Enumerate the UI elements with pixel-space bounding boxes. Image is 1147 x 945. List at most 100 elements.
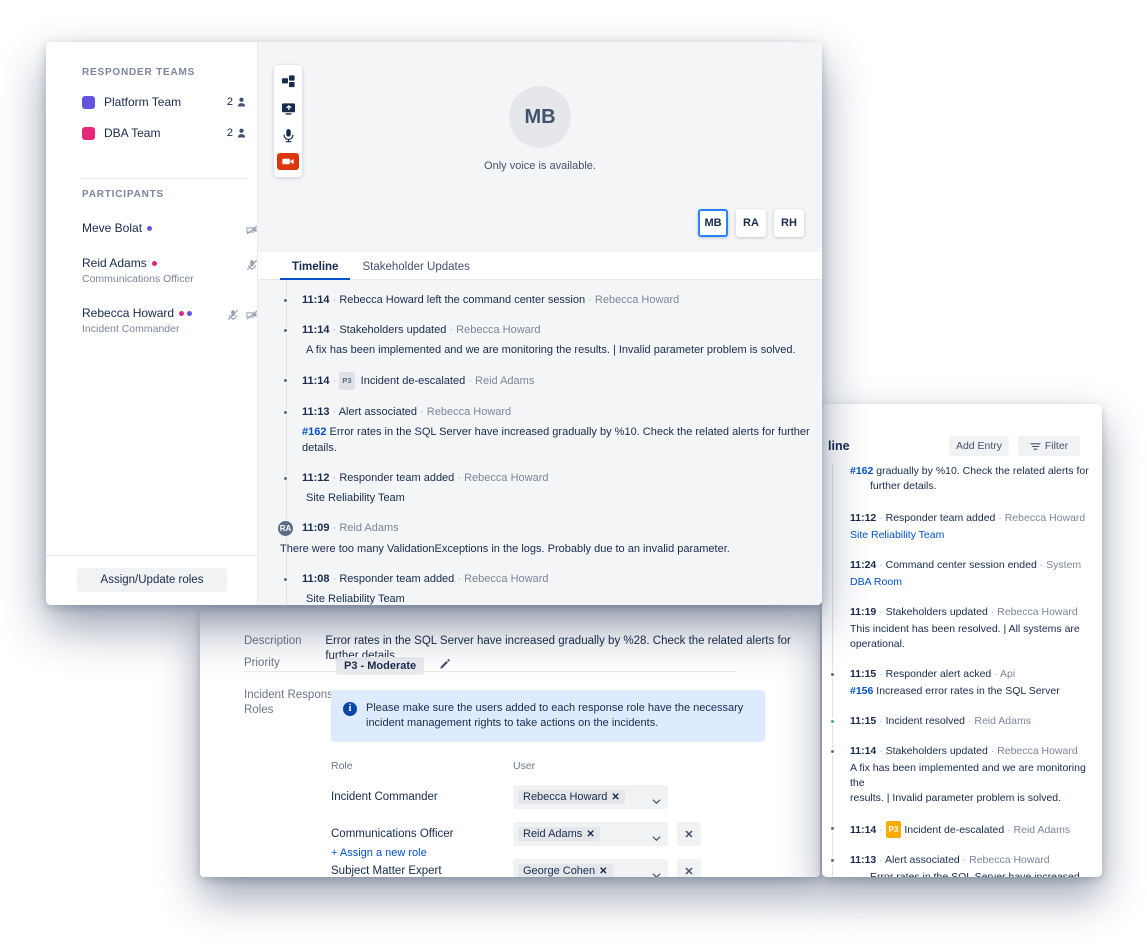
list-item[interactable]: Meve Bolat [82, 221, 258, 235]
entry-detail: #162 gradually by %10. Check the related… [850, 464, 1102, 479]
team-name: Platform Team [104, 95, 227, 109]
team-color-swatch [82, 127, 95, 140]
participant-thumbnail-ra[interactable]: RA [736, 209, 766, 237]
entry-meta: 11:14 · Rebecca Howard left the command … [302, 292, 822, 308]
user-chip[interactable]: Rebecca Howard✕ [518, 790, 625, 804]
timeline-marker [282, 327, 289, 334]
timeline-panel-list[interactable]: #162 gradually by %10. Check the related… [822, 464, 1102, 877]
list-item[interactable]: Reid Adams Communications Officer [82, 256, 258, 285]
responder-team-link[interactable]: Site Reliability Team [850, 528, 1102, 543]
assign-new-role-link[interactable]: + Assign a new role [331, 847, 427, 859]
alert-link[interactable]: #162 [850, 465, 873, 477]
list-item: 11:14 · Stakeholders updated · Rebecca H… [280, 322, 822, 358]
command-center-sidebar: RESPONDER TEAMS Platform Team 2 DBA Team [46, 42, 258, 605]
entry-meta: 11:15 · Incident resolved · Reid Adams [850, 714, 1102, 729]
call-controls-toolbar [274, 65, 302, 177]
chevron-down-icon[interactable] [652, 867, 661, 876]
list-item: 11:14 · Rebecca Howard left the command … [280, 292, 822, 308]
list-item[interactable]: Rebecca Howard Incident Commander [82, 306, 258, 335]
incident-details-card: Description Error rates in the SQL Serve… [200, 608, 820, 877]
list-item[interactable]: Platform Team 2 [82, 95, 246, 109]
user-select[interactable]: Reid Adams✕ [513, 822, 668, 846]
user-select[interactable]: George Cohen✕ [513, 859, 668, 877]
alert-link[interactable]: #156 [850, 685, 873, 697]
participant-thumbnail-mb[interactable]: MB [698, 209, 728, 237]
screenshot-stage: Description Error rates in the SQL Serve… [0, 0, 1147, 945]
team-dots [179, 311, 192, 316]
team-dots [147, 226, 152, 231]
timeline-marker [282, 377, 289, 384]
team-dots [152, 261, 157, 266]
room-link[interactable]: DBA Room [850, 575, 1102, 590]
user-chip[interactable]: Reid Adams✕ [518, 827, 600, 841]
participant-thumbnail-rh[interactable]: RH [774, 209, 804, 237]
add-entry-button[interactable]: Add Entry [949, 436, 1009, 456]
participant-name-row: Reid Adams [82, 256, 194, 270]
role-name: Incident Commander [331, 791, 513, 803]
tab-stakeholder-updates[interactable]: Stakeholder Updates [350, 261, 481, 279]
participants-title: PARTICIPANTS [82, 189, 258, 200]
list-item: 11:13 · Alert associated · Rebecca Howar… [828, 853, 1102, 877]
command-center-timeline[interactable]: 11:14 · Rebecca Howard left the command … [258, 280, 822, 605]
avatar: RA [276, 519, 295, 538]
entry-detail-line2: further details. [870, 479, 1102, 494]
participant-info: Reid Adams Communications Officer [82, 256, 194, 285]
minimize-icon[interactable] [279, 72, 297, 90]
user-chip[interactable]: George Cohen✕ [518, 864, 613, 877]
divider [46, 555, 258, 556]
edit-pencil-icon[interactable] [438, 658, 451, 671]
tab-timeline[interactable]: Timeline [280, 261, 350, 279]
responder-team-link[interactable]: Site Reliability Team [302, 490, 822, 506]
priority-row: Priority P3 - Moderate [244, 656, 451, 675]
remove-chip-icon[interactable]: ✕ [599, 866, 607, 877]
entry-detail-line2: results. | Invalid parameter problem is … [850, 791, 1102, 806]
col-user-header: User [513, 760, 535, 772]
delete-role-button[interactable]: ✕ [677, 822, 701, 846]
participant-name-row: Rebecca Howard [82, 306, 192, 320]
timeline-panel-title: line [828, 439, 850, 453]
list-item: 11:24 · Command center session ended · S… [828, 558, 1102, 590]
timeline-marker [829, 748, 836, 755]
table-row: Subject Matter Expert George Cohen✕ ✕ [331, 859, 771, 877]
delete-role-button[interactable]: ✕ [677, 859, 701, 877]
chevron-down-icon[interactable] [652, 793, 661, 802]
remove-chip-icon[interactable]: ✕ [611, 792, 619, 803]
chevron-down-icon[interactable] [652, 830, 661, 839]
entry-detail: A fix has been implemented and we are mo… [302, 342, 822, 358]
entry-meta: 11:08 · Responder team added · Rebecca H… [302, 571, 822, 587]
timeline-marker [282, 297, 289, 304]
entry-detail: There were too many ValidationExceptions… [280, 541, 822, 557]
priority-badge[interactable]: P3 - Moderate [336, 657, 424, 675]
responder-teams-title: RESPONDER TEAMS [82, 67, 246, 78]
video-status-text: Only voice is available. [484, 160, 596, 172]
priority-badge: P3 [339, 372, 354, 390]
entry-meta: 11:14 · P3 Incident de-escalated · Reid … [302, 372, 822, 390]
tab-bar: Timeline Stakeholder Updates [258, 252, 822, 280]
responder-team-link[interactable]: Site Reliability Team [302, 591, 822, 605]
list-item[interactable]: DBA Team 2 [82, 126, 246, 140]
person-icon [237, 97, 246, 107]
assign-update-roles-button[interactable]: Assign/Update roles [77, 568, 227, 592]
filter-button[interactable]: Filter [1018, 436, 1080, 456]
user-select[interactable]: Rebecca Howard✕ [513, 785, 668, 809]
list-item: 11:12 · Responder team added · Rebecca H… [828, 511, 1102, 543]
description-label: Description [244, 634, 325, 649]
entry-meta: 11:12 · Responder team added · Rebecca H… [302, 470, 822, 486]
alert-link[interactable]: #162 [302, 426, 326, 438]
timeline-marker [829, 671, 836, 678]
participant-name-row: Meve Bolat [82, 221, 152, 235]
timeline-marker-resolved [829, 718, 836, 725]
entry-meta: 11:12 · Responder team added · Rebecca H… [850, 511, 1102, 526]
mic-off-icon[interactable] [227, 308, 239, 320]
timeline-marker [829, 857, 836, 864]
divider [244, 671, 736, 672]
remove-chip-icon[interactable]: ✕ [586, 829, 594, 840]
entry-meta: 11:14 · Stakeholders updated · Rebecca H… [850, 744, 1102, 759]
entry-detail: #162 Error rates in the SQL Server have … [302, 424, 822, 456]
table-row: Communications Officer Reid Adams✕ ✕ [331, 822, 771, 846]
screen-share-icon[interactable] [279, 99, 297, 117]
team-name: DBA Team [104, 126, 227, 140]
microphone-icon[interactable] [279, 126, 297, 144]
video-off-icon[interactable] [277, 153, 299, 170]
list-item: 11:12 · Responder team added · Rebecca H… [280, 470, 822, 506]
